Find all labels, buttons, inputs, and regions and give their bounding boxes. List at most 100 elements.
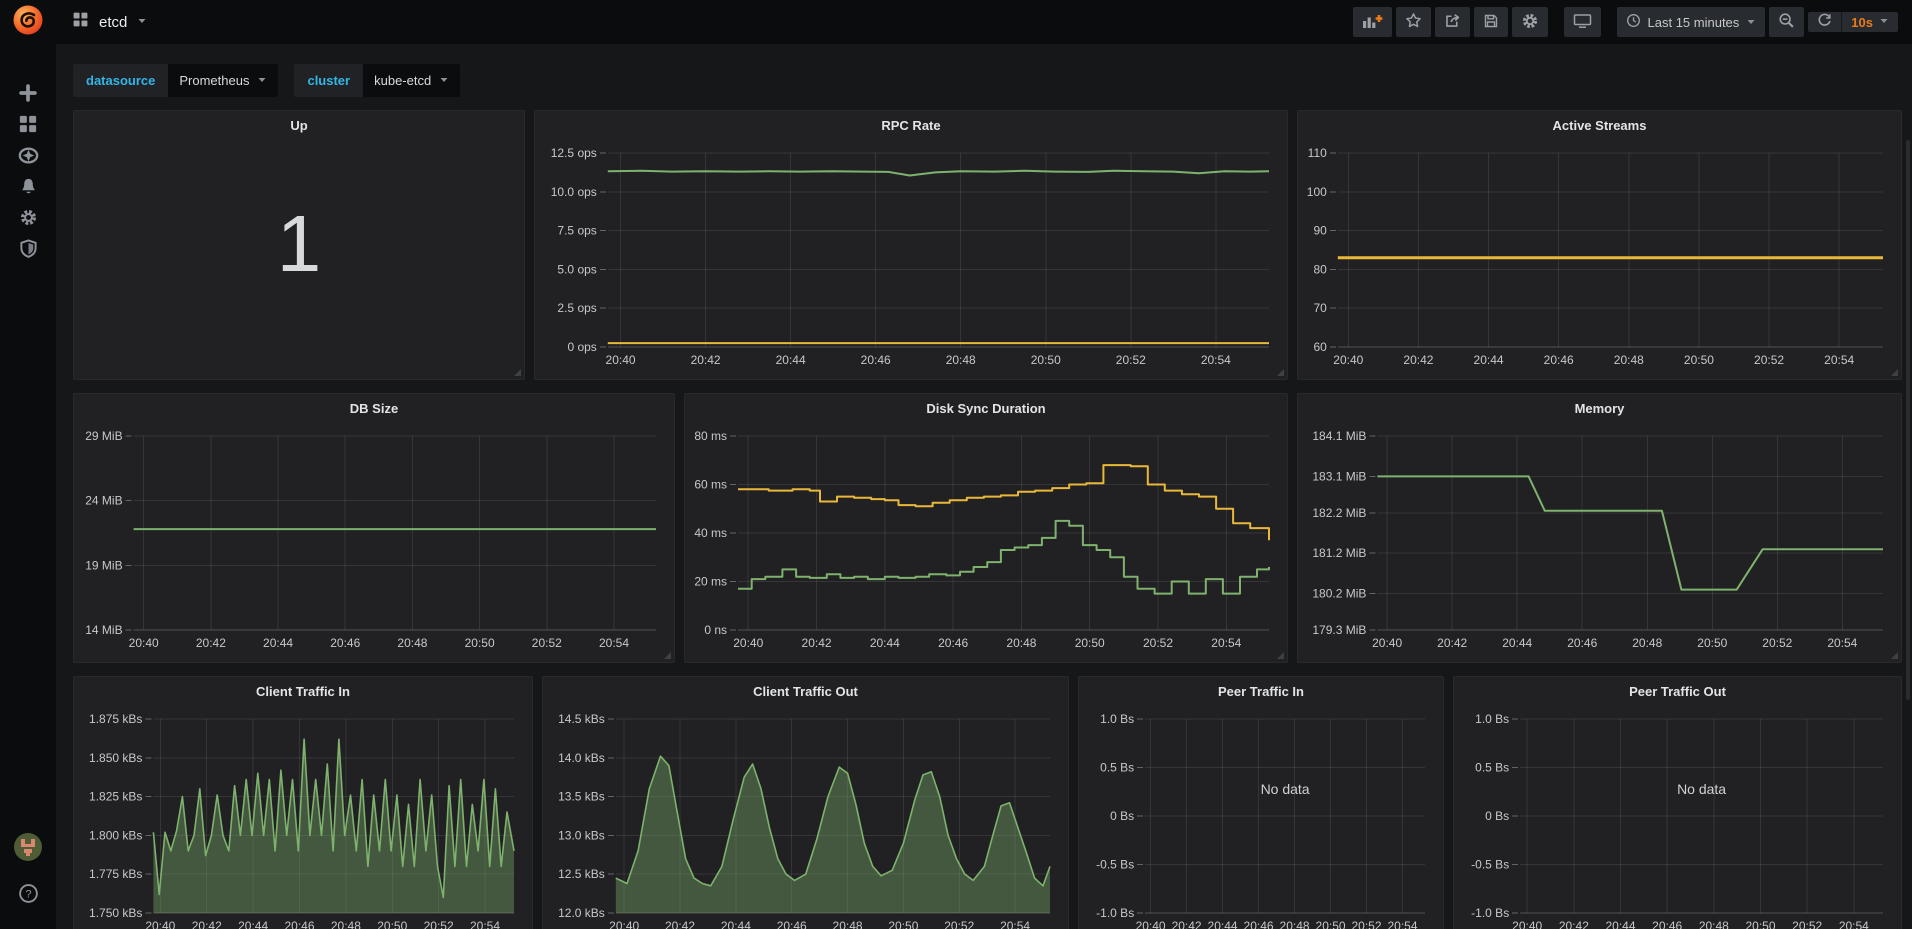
sidebar-item-server-admin[interactable] [0,235,56,266]
svg-text:20:52: 20:52 [1116,353,1146,367]
stat-value: 1 [78,141,520,375]
svg-text:1.800 kBs: 1.800 kBs [89,828,142,842]
time-series-chart[interactable]: 20:4020:4220:4420:4620:4820:5020:5220:54… [1302,141,1897,375]
variable-value: Prometheus [179,73,249,88]
svg-text:10.0 ops: 10.0 ops [551,185,597,199]
svg-text:20:54: 20:54 [1824,353,1854,367]
vertical-scrollbar[interactable] [1906,140,1910,700]
sidebar-item-explore[interactable] [0,142,56,173]
chevron-down-icon [1746,15,1756,30]
svg-text:20:42: 20:42 [192,919,222,929]
svg-text:1.750 kBs: 1.750 kBs [89,906,142,920]
star-dashboard-button[interactable] [1396,7,1431,37]
panel-title[interactable]: Peer Traffic In [1079,677,1443,707]
svg-text:0 ns: 0 ns [704,623,727,637]
svg-text:20:46: 20:46 [777,919,807,929]
time-series-chart[interactable]: 20:4020:4220:4420:4620:4820:5020:5220:54… [547,707,1064,929]
resize-handle[interactable] [1277,652,1284,659]
variable-value: kube-etcd [374,73,431,88]
svg-text:20:44: 20:44 [721,919,751,929]
star-icon [1405,12,1422,32]
sidebar-item-dashboards[interactable] [0,111,56,142]
svg-text:13.5 kBs: 13.5 kBs [558,790,605,804]
chevron-down-icon [439,73,449,88]
time-series-chart[interactable]: 20:4020:4220:4420:4620:4820:5020:5220:54… [1458,707,1897,929]
svg-text:20:40: 20:40 [733,636,763,650]
svg-text:5.0 ops: 5.0 ops [557,262,596,276]
zoom-out-icon [1778,12,1795,32]
svg-text:20:40: 20:40 [609,919,639,929]
panel-title[interactable]: RPC Rate [535,111,1287,141]
monitor-icon [1573,13,1592,32]
time-series-chart[interactable]: 20:4020:4220:4420:4620:4820:5020:5220:54… [1083,707,1439,929]
resize-handle[interactable] [1891,369,1898,376]
panel-title[interactable]: Active Streams [1298,111,1901,141]
grafana-logo[interactable] [11,3,45,37]
svg-text:182.2 MiB: 182.2 MiB [1312,506,1366,520]
panel-title[interactable]: Disk Sync Duration [685,394,1287,424]
shield-icon [19,239,38,263]
svg-text:100: 100 [1307,185,1327,199]
panel-title[interactable]: Peer Traffic Out [1454,677,1901,707]
svg-text:70: 70 [1313,301,1327,315]
save-dashboard-button[interactable] [1474,7,1508,37]
svg-text:-0.5 Bs: -0.5 Bs [1471,858,1509,872]
svg-text:20:48: 20:48 [397,636,427,650]
sidebar-item-alerting[interactable] [0,173,56,204]
refresh-button[interactable] [1808,12,1841,32]
svg-text:20:46: 20:46 [1544,353,1574,367]
svg-text:20:42: 20:42 [1172,919,1202,929]
sidebar-item-create[interactable] [0,80,56,111]
svg-text:20:42: 20:42 [802,636,832,650]
resize-handle[interactable] [1891,652,1898,659]
panel-rpc-rate: RPC Rate 20:4020:4220:4420:4620:4820:502… [534,110,1288,380]
panel-title[interactable]: DB Size [74,394,674,424]
refresh-interval-picker[interactable]: 10s [1841,12,1898,32]
panel-title[interactable]: Memory [1298,394,1901,424]
svg-text:14.5 kBs: 14.5 kBs [558,712,605,726]
svg-text:2.5 ops: 2.5 ops [557,301,596,315]
svg-text:20:44: 20:44 [1502,636,1532,650]
time-series-chart[interactable]: 20:4020:4220:4420:4620:4820:5020:5220:54… [1302,424,1897,658]
resize-handle[interactable] [1277,369,1284,376]
panel-title[interactable]: Client Traffic Out [543,677,1068,707]
time-range-picker[interactable]: Last 15 minutes [1617,7,1766,37]
resize-handle[interactable] [514,369,521,376]
svg-text:?: ? [25,888,31,900]
panel-title[interactable]: Up [74,111,524,141]
svg-text:20:54: 20:54 [599,636,629,650]
zoom-out-time-button[interactable] [1769,7,1804,37]
sidebar-item-configuration[interactable] [0,204,56,235]
panel-disk-sync-duration: Disk Sync Duration 20:4020:4220:4420:462… [684,393,1288,663]
svg-text:20:40: 20:40 [129,636,159,650]
datasource-select[interactable]: Prometheus [168,64,278,97]
tv-mode-button[interactable] [1564,7,1601,37]
svg-text:20:52: 20:52 [1792,919,1822,929]
svg-text:1.775 kBs: 1.775 kBs [89,867,142,881]
svg-text:20:40: 20:40 [1333,353,1363,367]
resize-handle[interactable] [664,652,671,659]
add-panel-button[interactable] [1353,7,1392,37]
cluster-select[interactable]: kube-etcd [363,64,460,97]
time-series-chart[interactable]: 20:4020:4220:4420:4620:4820:5020:5220:54… [78,424,670,658]
svg-text:20:40: 20:40 [1136,919,1166,929]
panel-up: Up 1 [73,110,525,380]
clock-icon [1626,13,1641,31]
dashboard-title-button[interactable]: etcd [72,11,147,33]
time-series-chart[interactable]: 20:4020:4220:4420:4620:4820:5020:5220:54… [539,141,1283,375]
chevron-down-icon [1879,13,1889,31]
help-icon[interactable]: ? [0,878,56,909]
svg-text:19 MiB: 19 MiB [85,558,122,572]
dashboard-settings-button[interactable] [1512,7,1548,37]
svg-text:20:50: 20:50 [1697,636,1727,650]
svg-text:20:54: 20:54 [470,919,500,929]
svg-text:20:44: 20:44 [870,636,900,650]
svg-text:No data: No data [1677,781,1726,797]
svg-text:180.2 MiB: 180.2 MiB [1312,587,1366,601]
svg-text:20:40: 20:40 [1372,636,1402,650]
time-series-chart[interactable]: 20:4020:4220:4420:4620:4820:5020:5220:54… [78,707,528,929]
share-dashboard-button[interactable] [1435,7,1470,37]
time-series-chart[interactable]: 20:4020:4220:4420:4620:4820:5020:5220:54… [689,424,1283,658]
panel-title[interactable]: Client Traffic In [74,677,532,707]
user-avatar[interactable] [13,832,43,867]
